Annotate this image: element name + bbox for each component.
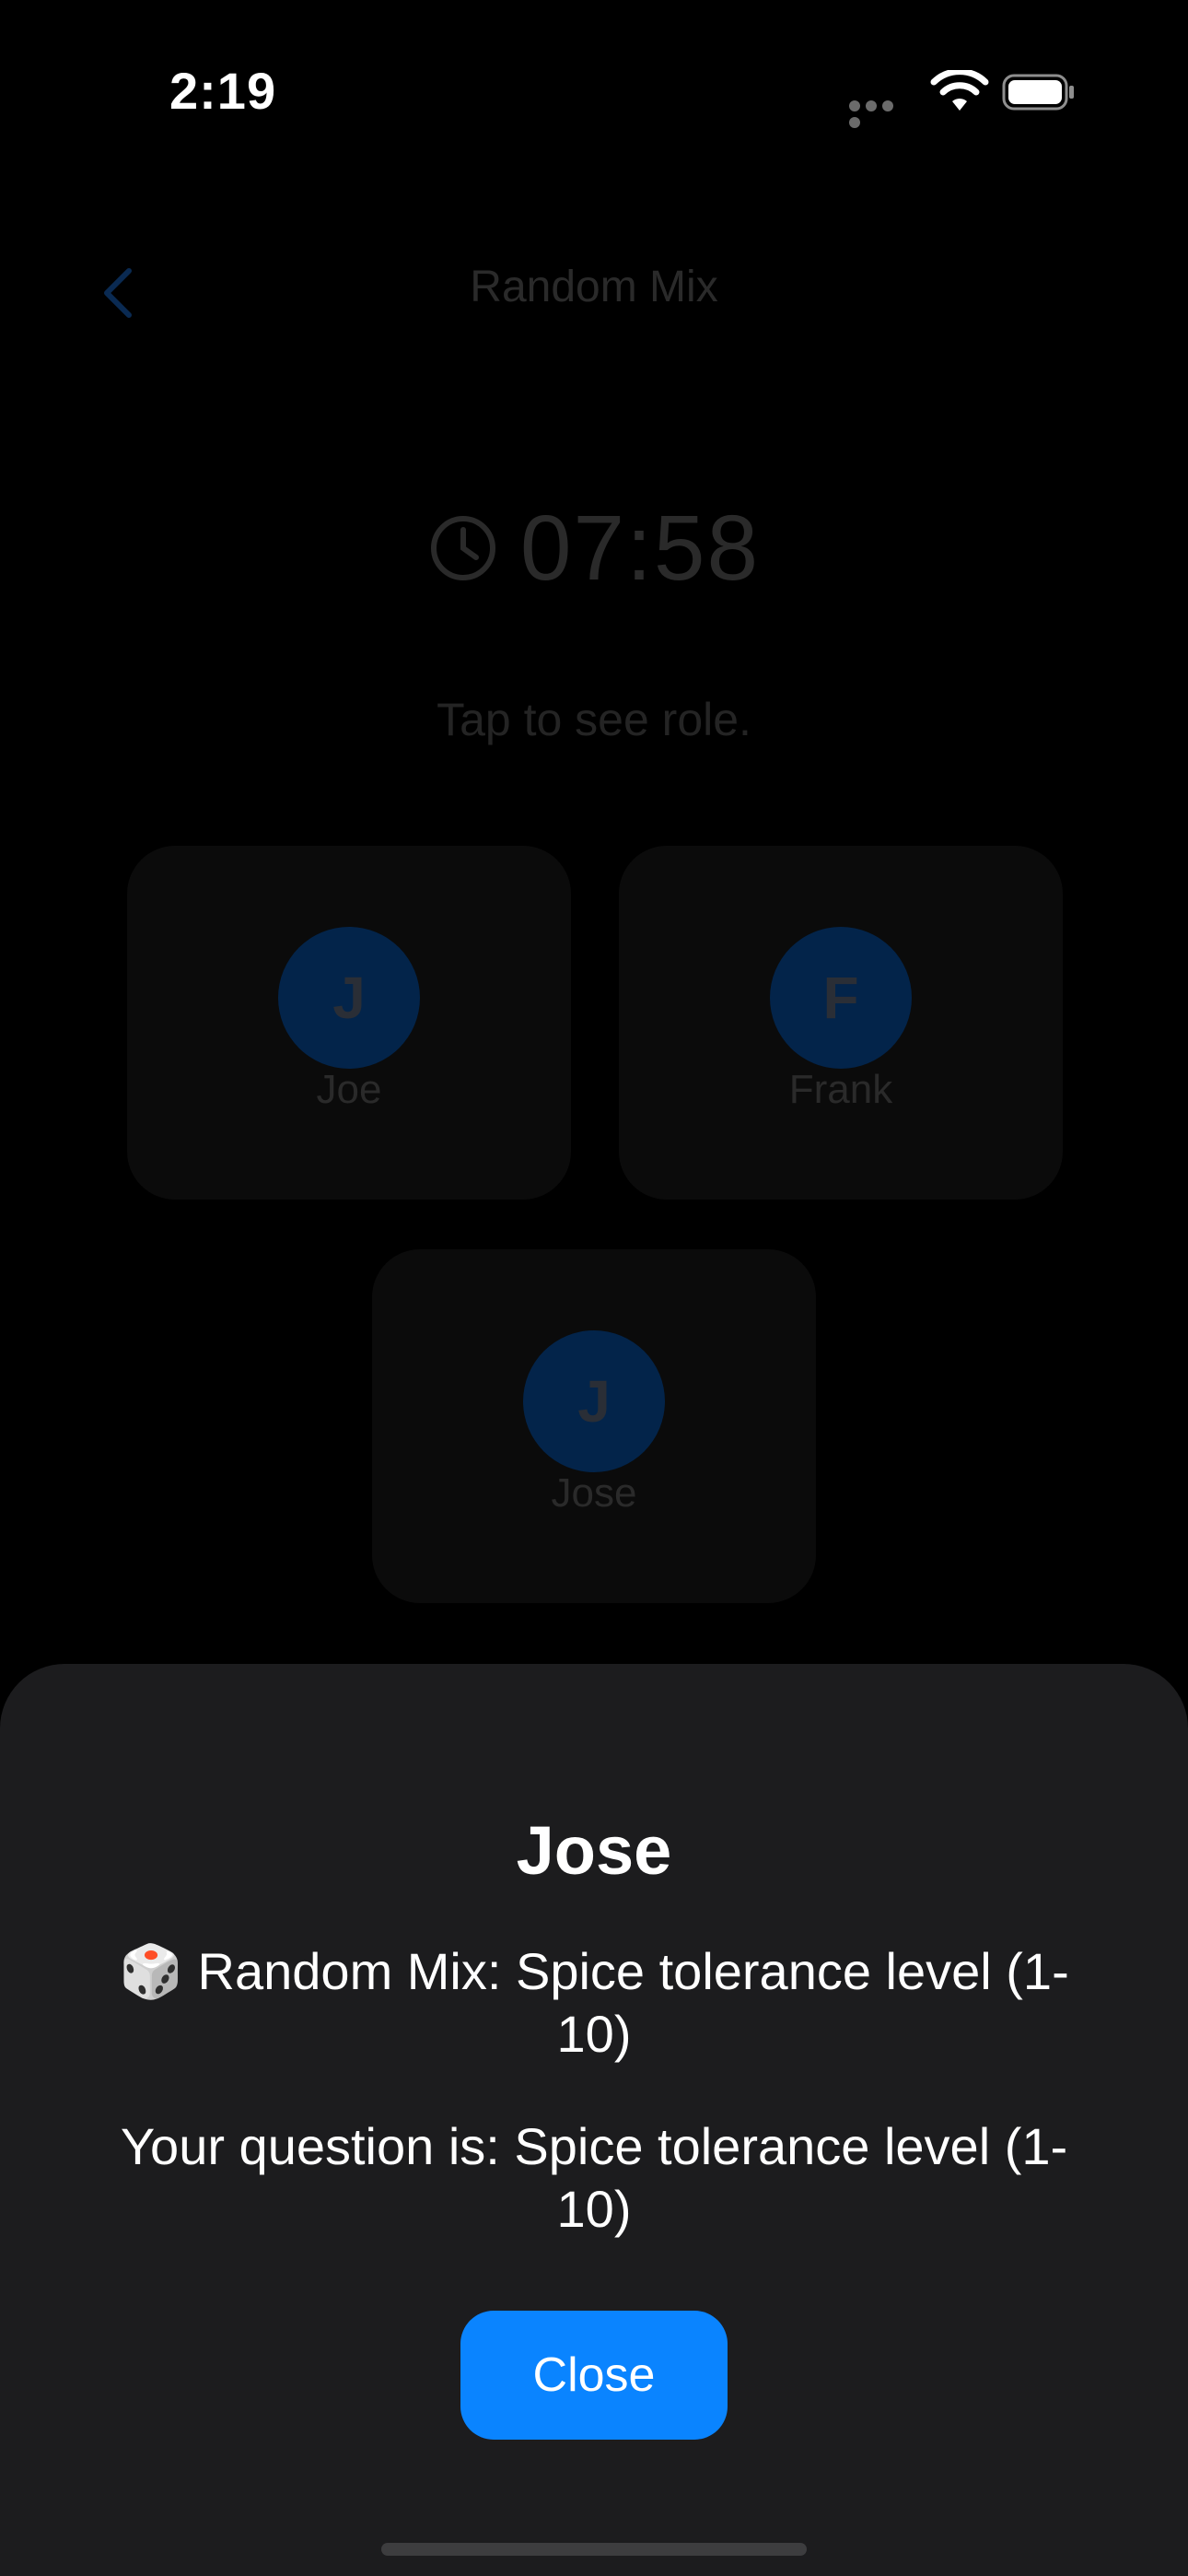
avatar: J	[523, 1330, 665, 1472]
sheet-title: Jose	[516, 1812, 672, 1889]
home-indicator[interactable]	[381, 2543, 807, 2556]
player-name: Joe	[316, 1067, 382, 1112]
avatar: J	[278, 927, 420, 1069]
player-name: Frank	[788, 1067, 893, 1112]
status-bar: 2:19	[0, 0, 1188, 166]
cellular-signal-icon	[849, 100, 910, 128]
status-time: 2:19	[169, 62, 277, 120]
nav-bar: Random Mix	[0, 240, 1188, 332]
timer-value: 07:58	[519, 496, 761, 600]
question-text: Your question is: Spice tolerance level …	[120, 2117, 1068, 2238]
close-button[interactable]: Close	[460, 2311, 728, 2440]
battery-icon	[1002, 74, 1074, 111]
wifi-icon	[930, 70, 989, 111]
player-card-joe[interactable]: J Joe	[127, 846, 571, 1200]
role-sheet: Jose 🎲 Random Mix: Spice tolerance level…	[0, 1664, 1188, 2576]
page-title: Random Mix	[470, 263, 718, 311]
timer: 07:58	[0, 496, 1188, 600]
player-name: Jose	[551, 1470, 637, 1516]
avatar: F	[770, 927, 912, 1069]
category-text: Random Mix: Spice tolerance level (1-10)	[197, 1942, 1069, 2063]
player-card-jose[interactable]: J Jose	[372, 1249, 816, 1603]
dice-icon: 🎲	[119, 1942, 183, 2000]
category-description: 🎲 Random Mix: Spice tolerance level (1-1…	[111, 1940, 1077, 2066]
clock-icon	[430, 516, 495, 580]
player-card-frank[interactable]: F Frank	[619, 846, 1063, 1200]
hint-text: Tap to see role.	[437, 694, 751, 745]
